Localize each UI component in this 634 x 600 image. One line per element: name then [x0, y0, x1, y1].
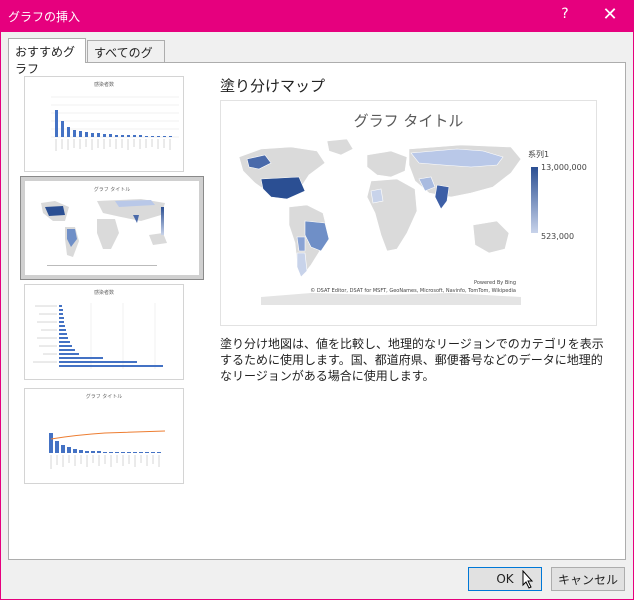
tab-all-charts[interactable]: すべてのグラフ: [87, 40, 165, 77]
legend-series-name: 系列1: [528, 150, 550, 159]
map-credits: © DSAT Editor, DSAT for MSFT, GeoNames, …: [310, 288, 516, 294]
chart-preview: グラフ タイトル 系列1 13,000,000 523,000 Powered: [220, 100, 597, 326]
legend-min-value: 523,000: [541, 232, 575, 241]
help-button[interactable]: ?: [553, 6, 577, 26]
legend-max-value: 13,000,000: [541, 163, 587, 172]
tab-recommended[interactable]: おすすめグラフ: [8, 38, 86, 76]
thumbnail-title: グラフ タイトル: [85, 394, 123, 400]
thumbnail-horizontal-bar-chart[interactable]: 感染者数: [24, 284, 184, 380]
thumbnail-title: 感染者数: [93, 290, 114, 296]
window-title: グラフの挿入: [8, 10, 81, 24]
thumbnail-pareto-chart[interactable]: グラフ タイトル: [24, 388, 184, 484]
horizontal-bar-chart-thumbnail-icon: [33, 303, 163, 369]
map-chart-thumbnail-icon: [41, 199, 167, 266]
thumbnail-list[interactable]: 感染者数 グラフ タイトル 感染者数 グラフ タイトル: [14, 70, 208, 554]
preview-heading: 塗り分けマップ: [220, 77, 326, 95]
thumbnail-map-chart[interactable]: グラフ タイトル: [20, 176, 204, 280]
powered-by-text: Powered By Bing: [474, 280, 516, 286]
pareto-chart-thumbnail-icon: [49, 430, 166, 469]
thumbnail-title: グラフ タイトル: [93, 187, 131, 193]
bar-chart-thumbnail-icon: [51, 96, 179, 151]
thumbnail-title: 感染者数: [93, 82, 114, 88]
close-button[interactable]: ✕: [596, 4, 624, 28]
cancel-button[interactable]: キャンセル: [551, 567, 625, 591]
chart-description: 塗り分け地図は、値を比較し、地理的なリージョンでのカテゴリを表示するために使用し…: [220, 337, 604, 383]
ok-button[interactable]: OK: [468, 567, 542, 591]
title-bar: グラフの挿入 ? ✕: [0, 0, 634, 32]
legend-gradient-bar: [531, 167, 538, 233]
thumbnail-bar-chart[interactable]: 感染者数: [24, 76, 184, 172]
